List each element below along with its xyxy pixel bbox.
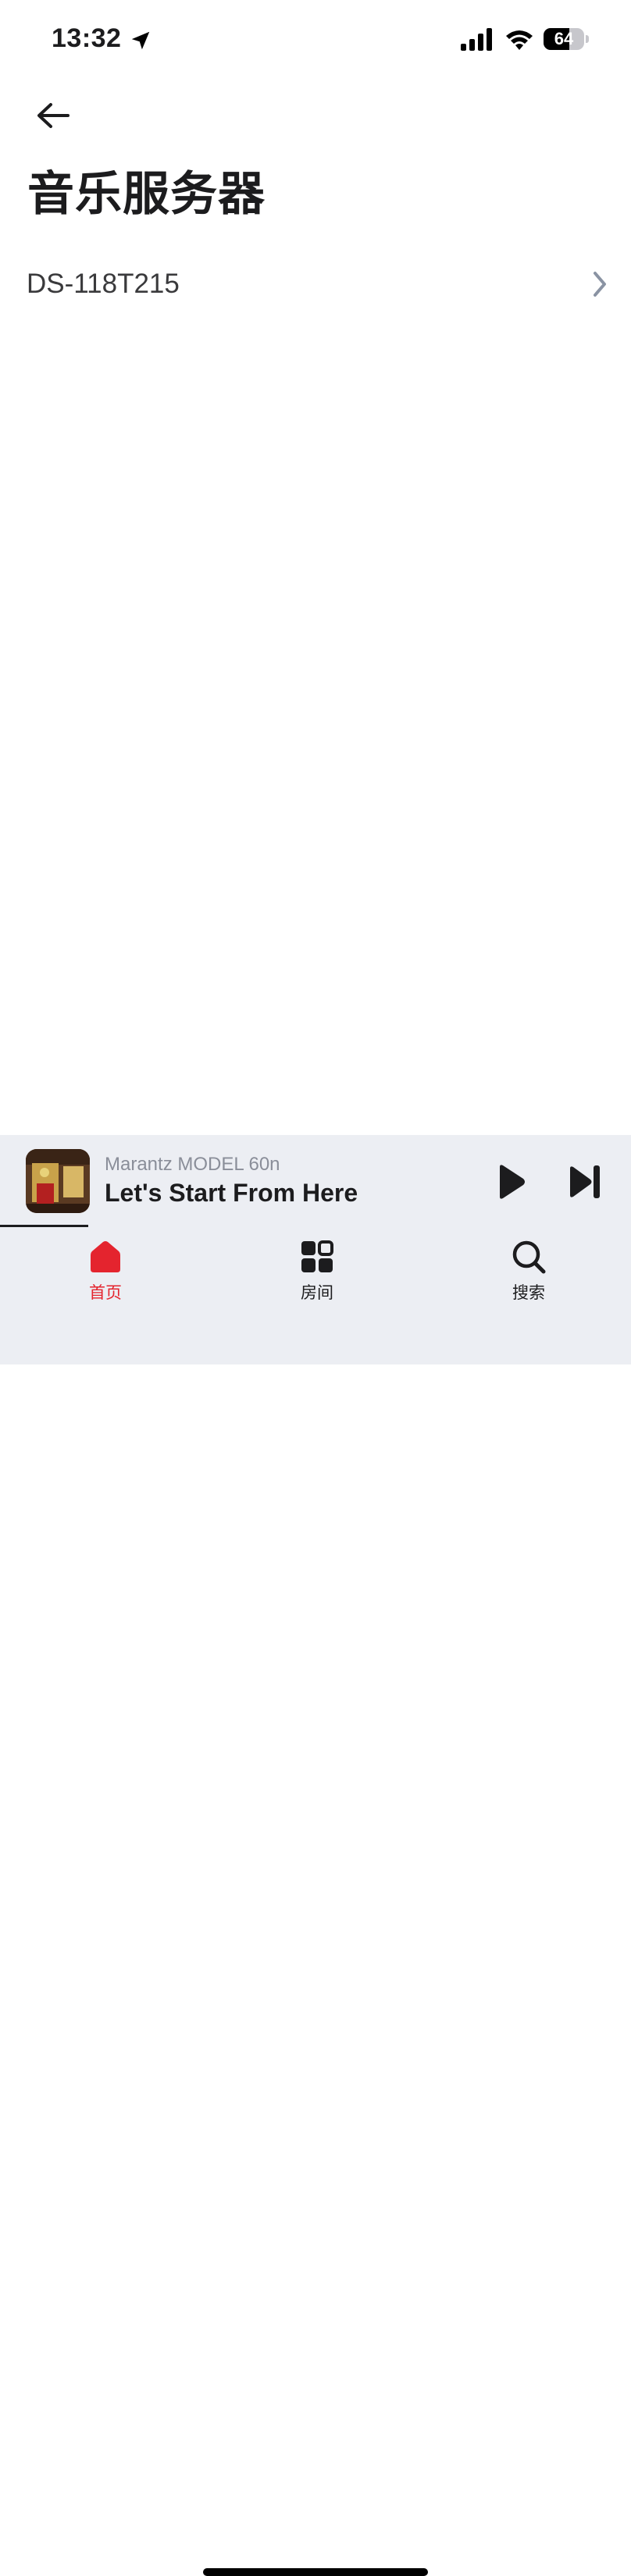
arrow-left-icon — [37, 103, 70, 128]
server-list-item[interactable]: DS-118T215 — [0, 258, 631, 312]
home-icon — [91, 1241, 120, 1272]
mini-player[interactable]: Marantz MODEL 60n Let's Start From Here — [0, 1135, 631, 1227]
skip-next-icon[interactable] — [565, 1162, 604, 1201]
page-title: 音乐服务器 — [27, 168, 266, 220]
playing-device-name: Marantz MODEL 60n — [105, 1154, 280, 1175]
server-name: DS-118T215 — [27, 269, 180, 299]
battery-indicator: 64 — [544, 28, 589, 52]
home-indicator[interactable] — [203, 2568, 428, 2576]
search-icon — [512, 1240, 546, 1274]
status-bar: 13:32 64 — [0, 0, 631, 78]
location-arrow-icon — [131, 31, 150, 50]
cellular-signal-icon — [461, 28, 492, 51]
back-button[interactable] — [28, 91, 78, 141]
tab-home-label: 首页 — [89, 1284, 122, 1302]
tab-rooms[interactable]: 房间 — [255, 1238, 380, 1308]
track-title: Let's Start From Here — [105, 1179, 358, 1207]
tab-home[interactable]: 首页 — [43, 1238, 168, 1308]
tab-search-label: 搜索 — [512, 1284, 545, 1302]
status-time: 13:32 — [52, 23, 122, 53]
tab-bar: 首页 房间 搜索 — [0, 1227, 631, 2576]
play-icon[interactable] — [490, 1162, 529, 1201]
battery-level-text: 64 — [554, 29, 574, 48]
rooms-grid-icon — [301, 1240, 333, 1272]
chevron-right-icon — [594, 272, 606, 297]
album-art — [26, 1149, 90, 1213]
tab-search[interactable]: 搜索 — [466, 1238, 591, 1308]
tab-rooms-label: 房间 — [301, 1284, 333, 1302]
wifi-icon — [506, 30, 533, 50]
